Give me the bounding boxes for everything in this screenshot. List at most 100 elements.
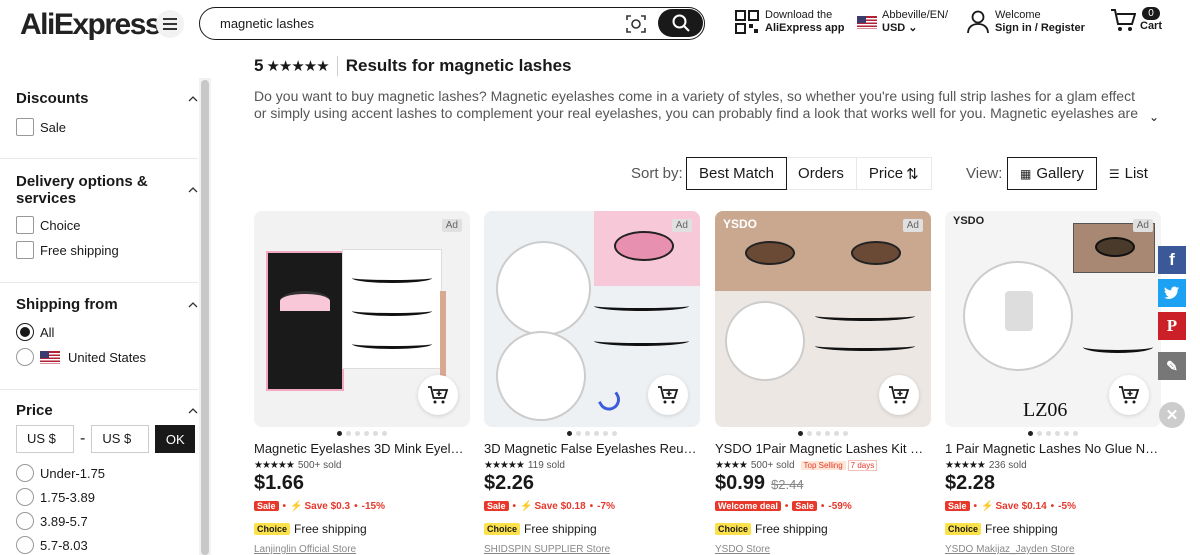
- product-card[interactable]: YSDO Ad YSDO 1Pair Magnetic Lashes Kit N…: [715, 211, 931, 555]
- view-list[interactable]: ☰ List: [1097, 157, 1160, 190]
- price-title[interactable]: Price: [16, 402, 198, 419]
- price-radio[interactable]: [16, 536, 34, 554]
- chevron-up-icon[interactable]: [188, 406, 198, 416]
- qr-code-icon: [735, 10, 759, 34]
- cart-plus-icon: [658, 386, 679, 404]
- choice-label: Choice: [40, 217, 81, 233]
- sort-price[interactable]: Price ⇅: [857, 158, 931, 189]
- download-line2: AliExpress app: [765, 22, 845, 34]
- image-carousel-dots[interactable]: [484, 431, 700, 437]
- filter-sale[interactable]: Sale: [16, 117, 198, 137]
- price-radio[interactable]: [16, 464, 34, 482]
- menu-button[interactable]: [156, 10, 184, 38]
- deal-row: Welcome deal • Sale • -59%: [715, 499, 931, 513]
- max-price-input[interactable]: US $: [91, 425, 150, 453]
- price-ok-button[interactable]: OK: [155, 425, 196, 453]
- add-to-cart-button[interactable]: [418, 375, 458, 415]
- image-carousel-dots[interactable]: [945, 431, 1161, 437]
- product-title[interactable]: Magnetic Eyelashes 3D Mink Eyelashes Mag…: [254, 441, 470, 456]
- facebook-share-icon[interactable]: f: [1158, 246, 1186, 274]
- sign-in-link[interactable]: Sign in / Register: [995, 22, 1085, 35]
- product-image[interactable]: YSDO Ad: [715, 211, 931, 427]
- product-title[interactable]: YSDO 1Pair Magnetic Lashes Kit No Glue N…: [715, 441, 931, 456]
- chevron-up-icon[interactable]: [188, 94, 198, 104]
- aliexpress-logo[interactable]: AliExpress: [20, 8, 162, 42]
- cart-button[interactable]: 0 Cart: [1110, 7, 1162, 33]
- shipping-row: Choice Free shipping: [715, 522, 931, 536]
- price-range-option[interactable]: Under-1.75: [16, 463, 198, 483]
- shipping-from-title[interactable]: Shipping from: [16, 296, 198, 313]
- sale-tag: Sale: [792, 501, 817, 511]
- product-card[interactable]: Ad 3D Magnetic False Eyelashes Reusable …: [484, 211, 700, 555]
- store-link[interactable]: Lanjinglin Official Store: [254, 544, 470, 555]
- filter-choice[interactable]: Choice: [16, 215, 198, 235]
- discount-percent: -5%: [1058, 500, 1076, 512]
- sidebar-scroll-thumb[interactable]: [201, 80, 209, 555]
- top-selling-badge: Top Selling: [800, 460, 846, 470]
- filter-free-shipping[interactable]: Free shipping: [16, 240, 198, 260]
- product-image[interactable]: Ad: [254, 211, 470, 427]
- add-to-cart-button[interactable]: [879, 375, 919, 415]
- results-header: 5 ★★★★★ Results for magnetic lashes: [254, 56, 572, 76]
- search-input[interactable]: [220, 16, 600, 31]
- price-radio[interactable]: [16, 488, 34, 506]
- sort-best-match[interactable]: Best Match: [686, 157, 788, 190]
- us-radio[interactable]: [16, 348, 34, 366]
- choice-checkbox[interactable]: [16, 216, 34, 234]
- image-carousel-dots[interactable]: [715, 431, 931, 437]
- price-range-option[interactable]: 5.7-8.03: [16, 535, 198, 555]
- sale-checkbox[interactable]: [16, 118, 34, 136]
- price-line: $1.66: [254, 472, 470, 498]
- twitter-share-icon[interactable]: [1158, 279, 1186, 307]
- search-button[interactable]: [658, 9, 703, 37]
- chevron-up-icon[interactable]: [188, 300, 198, 310]
- price-range-inputs: US $ - US $ OK: [16, 425, 198, 453]
- add-to-cart-button[interactable]: [648, 375, 688, 415]
- sale-tag: Sale: [484, 501, 509, 511]
- discounts-section: Discounts Sale: [16, 90, 198, 137]
- close-icon[interactable]: ✕: [1159, 402, 1185, 428]
- product-price: $2.26: [484, 472, 535, 494]
- view-gallery[interactable]: ▦ Gallery: [1007, 157, 1097, 190]
- store-link[interactable]: SHIDSPIN SUPPLIER Store: [484, 544, 700, 555]
- download-app[interactable]: Download the AliExpress app: [735, 9, 844, 35]
- store-link[interactable]: YSDO Store: [715, 544, 931, 555]
- rating-row: ★★★★ 500+ sold Top Selling 7 days: [715, 459, 931, 471]
- ship-from-us[interactable]: United States: [16, 347, 198, 367]
- all-radio[interactable]: [16, 323, 34, 341]
- sort-orders[interactable]: Orders: [786, 158, 857, 189]
- add-to-cart-button[interactable]: [1109, 375, 1149, 415]
- product-card[interactable]: Ad Magnetic Eyelashes 3D Mink Eyelashes …: [254, 211, 470, 555]
- sold-count: 119 sold: [527, 459, 565, 471]
- ad-badge: Ad: [441, 219, 462, 232]
- account-menu[interactable]: Welcome Sign in / Register: [967, 9, 1085, 35]
- pinterest-share-icon[interactable]: P: [1158, 312, 1186, 340]
- cart-plus-icon: [889, 386, 910, 404]
- delivery-title[interactable]: Delivery options & services: [16, 173, 156, 207]
- image-carousel-dots[interactable]: [254, 431, 470, 437]
- locale-selector[interactable]: Abbeville/EN/USD ⌄: [857, 9, 948, 35]
- price-section: Price US $ - US $ OK Under-1.75 1.75-3.8…: [16, 402, 198, 555]
- price-range-option[interactable]: 3.89-5.7: [16, 511, 198, 531]
- list-label: List: [1124, 165, 1148, 182]
- view-options: ▦ Gallery ☰ List: [1007, 157, 1160, 190]
- price-range-option[interactable]: 1.75-3.89: [16, 487, 198, 507]
- product-image[interactable]: YSDO LZ06 Ad: [945, 211, 1161, 427]
- product-card[interactable]: YSDO LZ06 Ad 1 Pair Magnetic Lashes No G…: [945, 211, 1161, 555]
- price-radio[interactable]: [16, 512, 34, 530]
- discounts-title[interactable]: Discounts: [16, 90, 198, 107]
- min-price-input[interactable]: US $: [16, 425, 74, 453]
- product-price: $1.66: [254, 472, 305, 494]
- us-label: United States: [68, 349, 147, 365]
- ship-from-all[interactable]: All: [16, 322, 198, 342]
- product-image[interactable]: Ad: [484, 211, 700, 427]
- free-shipping-checkbox[interactable]: [16, 241, 34, 259]
- product-title[interactable]: 1 Pair Magnetic Lashes No Glue Needed Na…: [945, 441, 1161, 456]
- cart-label: Cart: [1140, 20, 1163, 32]
- store-link[interactable]: YSDO Makijaz_Jayden Store: [945, 544, 1161, 555]
- edit-icon[interactable]: ✎: [1158, 352, 1186, 380]
- product-title[interactable]: 3D Magnetic False Eyelashes Reusable Mag…: [484, 441, 700, 456]
- expand-chevron-icon[interactable]: ⌄: [1149, 110, 1159, 124]
- chevron-up-icon[interactable]: [188, 185, 198, 195]
- image-search-icon[interactable]: [625, 13, 647, 35]
